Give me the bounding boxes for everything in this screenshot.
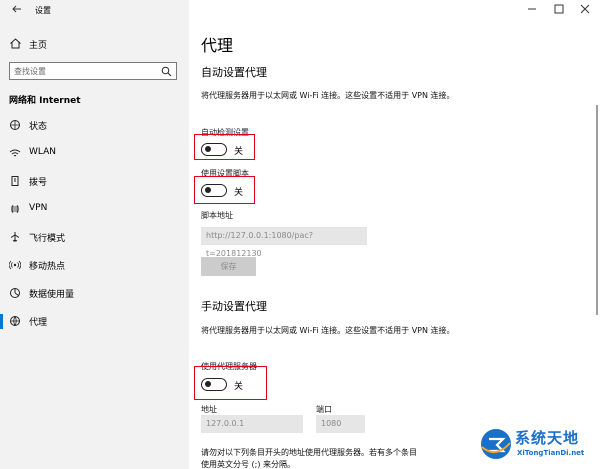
toggle-switch[interactable] (201, 184, 227, 197)
window-title: 设置 (35, 6, 51, 15)
minimize-icon[interactable] (524, 2, 540, 16)
proxy-port-label: 端口 (316, 405, 332, 414)
hotspot-icon (9, 260, 21, 270)
use-proxy-toggle[interactable]: 关 (201, 377, 261, 393)
airplane-icon (10, 232, 20, 242)
sidebar-item-status[interactable]: 状态 (0, 115, 189, 135)
exceptions-description-line2: 使用英文分号 (;) 来分隔。 (201, 460, 296, 469)
vpn-icon (11, 204, 19, 214)
proxy-icon (10, 316, 20, 326)
sidebar-item-label: 状态 (29, 122, 48, 132)
watermark: 系统天地 XiTongTianDi.net (475, 425, 600, 469)
toggle-switch[interactable] (201, 143, 227, 156)
sidebar-item-label: WLAN (29, 147, 57, 157)
proxy-address-input[interactable]: 127.0.0.1 (201, 415, 303, 433)
data-usage-icon (10, 288, 20, 298)
watermark-logo-icon (481, 429, 511, 459)
section-title: 网络和 Internet (9, 96, 81, 106)
proxy-port-input[interactable]: 1080 (316, 415, 365, 433)
toggle-state: 关 (234, 147, 244, 157)
nav-home[interactable]: 主页 (0, 35, 189, 53)
auto-proxy-heading: 自动设置代理 (201, 66, 267, 79)
sidebar-item-label: 拨号 (29, 178, 48, 188)
scrollbar[interactable] (596, 105, 598, 315)
sidebar-item-label: 数据使用量 (29, 290, 75, 300)
toggle-knob (205, 146, 211, 153)
wifi-icon (9, 149, 21, 157)
page-title: 代理 (201, 36, 234, 55)
script-address-label: 脚本地址 (201, 211, 233, 220)
exceptions-description-line1: 请勿对以下列条目开头的地址使用代理服务器。若有多个条目 (201, 448, 417, 457)
search-box[interactable] (9, 62, 177, 80)
search-input[interactable] (10, 63, 150, 79)
home-icon (10, 38, 21, 49)
sidebar-item-hotspot[interactable]: 移动热点 (0, 255, 189, 275)
watermark-url: XiTongTianDi.net (517, 449, 585, 457)
setup-script-toggle[interactable]: 关 (201, 183, 261, 199)
dialup-icon (11, 176, 19, 186)
search-icon[interactable] (161, 66, 172, 77)
toggle-knob (205, 187, 211, 194)
sidebar-item-dialup[interactable]: 拨号 (0, 171, 189, 191)
sidebar-item-proxy[interactable]: 代理 (0, 311, 189, 331)
main-panel: 代理 自动设置代理 将代理服务器用于以太网或 Wi-Fi 连接。这些设置不适用于… (189, 0, 600, 469)
manual-proxy-description: 将代理服务器用于以太网或 Wi-Fi 连接。这些设置不适用于 VPN 连接。 (201, 326, 455, 335)
save-button[interactable]: 保存 (201, 257, 256, 276)
toggle-switch[interactable] (201, 378, 227, 391)
watermark-title: 系统天地 (515, 429, 580, 447)
sidebar-item-label: VPN (29, 203, 48, 213)
proxy-address-label: 地址 (201, 405, 217, 414)
maximize-icon[interactable] (551, 2, 567, 16)
sidebar-item-wlan[interactable]: WLAN (0, 143, 189, 163)
auto-proxy-description: 将代理服务器用于以太网或 Wi-Fi 连接。这些设置不适用于 VPN 连接。 (201, 91, 455, 100)
toggle-knob (205, 381, 211, 388)
sidebar: 设置 主页 网络和 Internet 状态 WLAN 拨号 (0, 0, 189, 469)
close-icon[interactable] (577, 2, 593, 16)
back-arrow-icon[interactable] (10, 2, 24, 16)
home-label: 主页 (29, 41, 48, 51)
active-indicator (0, 314, 3, 329)
detect-settings-toggle[interactable]: 关 (201, 142, 261, 158)
sidebar-item-label: 移动热点 (29, 262, 66, 272)
sidebar-item-airplane[interactable]: 飞行模式 (0, 227, 189, 247)
manual-proxy-heading: 手动设置代理 (201, 300, 267, 313)
toggle-state: 关 (234, 382, 244, 392)
sidebar-item-label: 代理 (29, 318, 48, 328)
toggle-state: 关 (234, 188, 244, 198)
sidebar-item-label: 飞行模式 (29, 234, 66, 244)
sidebar-item-vpn[interactable]: VPN (0, 199, 189, 219)
script-address-input[interactable]: http://127.0.0.1:1080/pac?t=201812130 (201, 227, 367, 258)
sidebar-item-data-usage[interactable]: 数据使用量 (0, 283, 189, 303)
status-icon (10, 120, 20, 130)
